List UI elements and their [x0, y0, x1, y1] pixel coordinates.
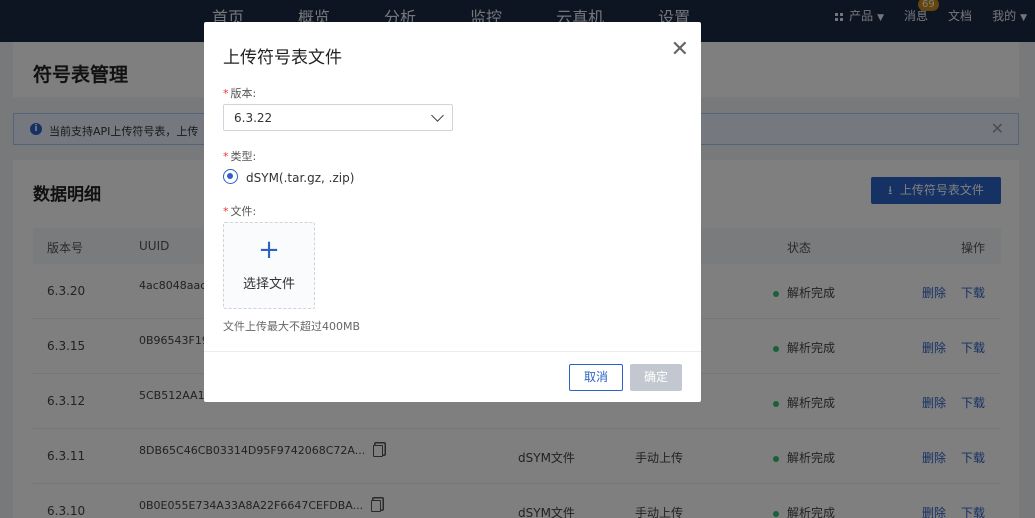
version-label-text: 版本:	[230, 87, 257, 100]
confirm-button[interactable]: 确定	[630, 364, 682, 391]
required-mark: *	[223, 87, 229, 100]
version-label: * 版本:	[223, 85, 256, 101]
required-mark: *	[223, 150, 229, 163]
upload-modal: 上传符号表文件 ✕ * 版本: 6.3.22 * 类型: dSYM(.tar.gz,…	[204, 22, 701, 402]
chevron-down-icon	[431, 109, 444, 122]
choose-file-label: 选择文件	[242, 277, 295, 292]
cancel-button[interactable]: 取消	[569, 364, 623, 391]
file-upload-dropzone[interactable]: + 选择文件	[223, 222, 315, 309]
plus-icon: +	[258, 235, 280, 265]
required-mark: *	[223, 205, 229, 218]
type-label-text: 类型:	[230, 150, 257, 163]
file-label: * 文件:	[223, 203, 256, 219]
file-label-text: 文件:	[230, 205, 257, 218]
type-radio-dsym[interactable]	[223, 169, 238, 184]
version-select[interactable]: 6.3.22	[223, 104, 453, 131]
version-select-value: 6.3.22	[234, 111, 273, 125]
modal-title: 上传符号表文件	[223, 48, 342, 68]
type-label: * 类型:	[223, 148, 256, 164]
close-icon[interactable]: ✕	[671, 39, 689, 61]
type-radio-label[interactable]: dSYM(.tar.gz, .zip)	[246, 171, 354, 185]
upload-hint: 文件上传最大不超过400MB	[223, 320, 361, 333]
modal-footer: 取消 确定	[204, 351, 701, 402]
